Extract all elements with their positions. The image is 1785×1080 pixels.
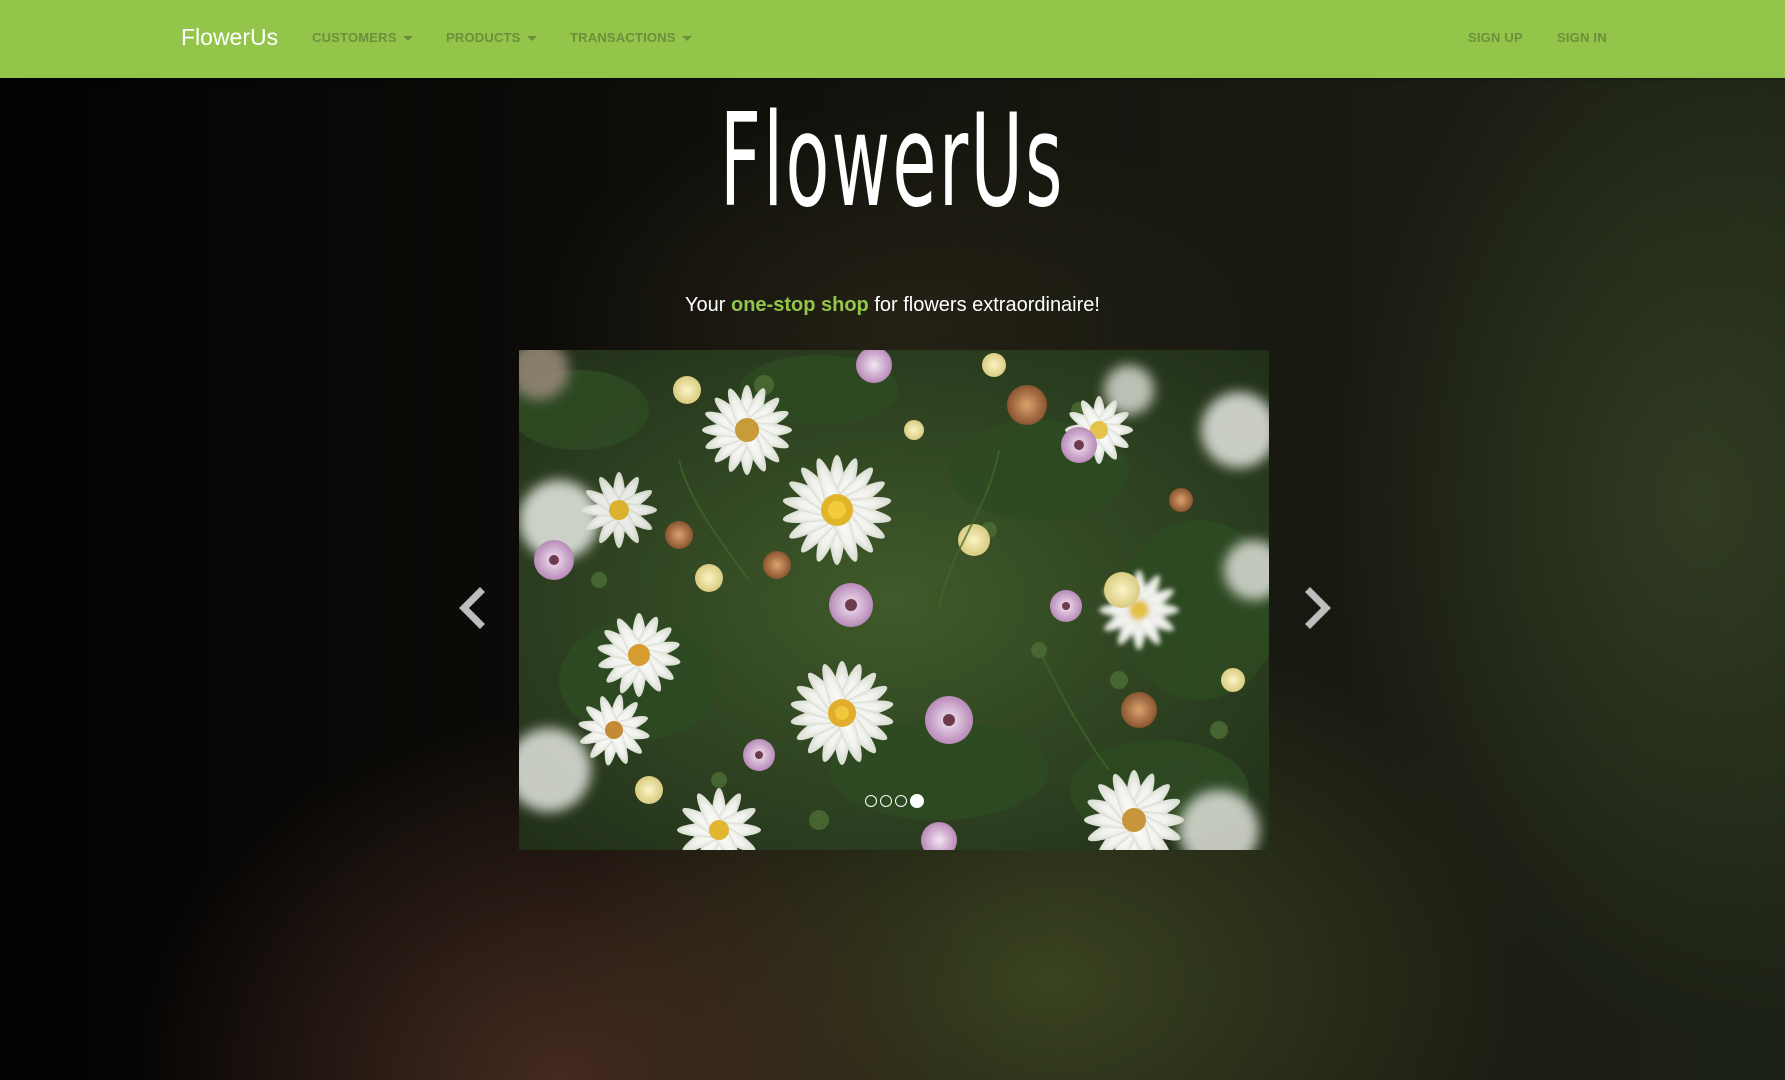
nav-transactions-label: TRANSACTIONS [570, 30, 676, 45]
nav-customers-label: CUSTOMERS [312, 30, 397, 45]
nav-products-dropdown[interactable]: PRODUCTS [446, 30, 537, 45]
signup-link[interactable]: SIGN UP [1468, 30, 1523, 45]
carousel-indicators [519, 794, 1269, 808]
tagline-highlight: one-stop shop [731, 294, 869, 316]
caret-down-icon [526, 36, 537, 42]
image-carousel[interactable] [519, 350, 1269, 850]
carousel-indicator-4[interactable] [909, 794, 924, 808]
nav-products-label: PRODUCTS [446, 30, 521, 45]
nav-transactions-dropdown[interactable]: TRANSACTIONS [570, 30, 692, 45]
chevron-left-icon [459, 587, 485, 629]
brand-link[interactable]: FlowerUs [181, 24, 278, 51]
carousel-indicator-3[interactable] [894, 795, 907, 807]
carousel-indicator-1[interactable] [864, 795, 877, 807]
carousel-next-button[interactable] [1298, 586, 1338, 630]
tagline-suffix: for flowers extraordinaire! [868, 294, 1100, 316]
tagline-prefix: Your [685, 294, 731, 316]
hero-tagline: Your one-stop shop for flowers extraordi… [0, 294, 1785, 317]
chevron-right-icon [1305, 587, 1331, 629]
carousel-indicator-2[interactable] [879, 795, 892, 807]
carousel-prev-button[interactable] [452, 586, 492, 630]
hero-logo-title: FlowerUs [719, 87, 1065, 236]
caret-down-icon [402, 36, 413, 42]
carousel-slide-image [519, 350, 1269, 850]
caret-down-icon [681, 36, 692, 42]
navbar: FlowerUs CUSTOMERS PRODUCTS TRANSACTIONS… [0, 0, 1785, 78]
nav-customers-dropdown[interactable]: CUSTOMERS [312, 30, 413, 45]
signin-link[interactable]: SIGN IN [1557, 30, 1607, 45]
